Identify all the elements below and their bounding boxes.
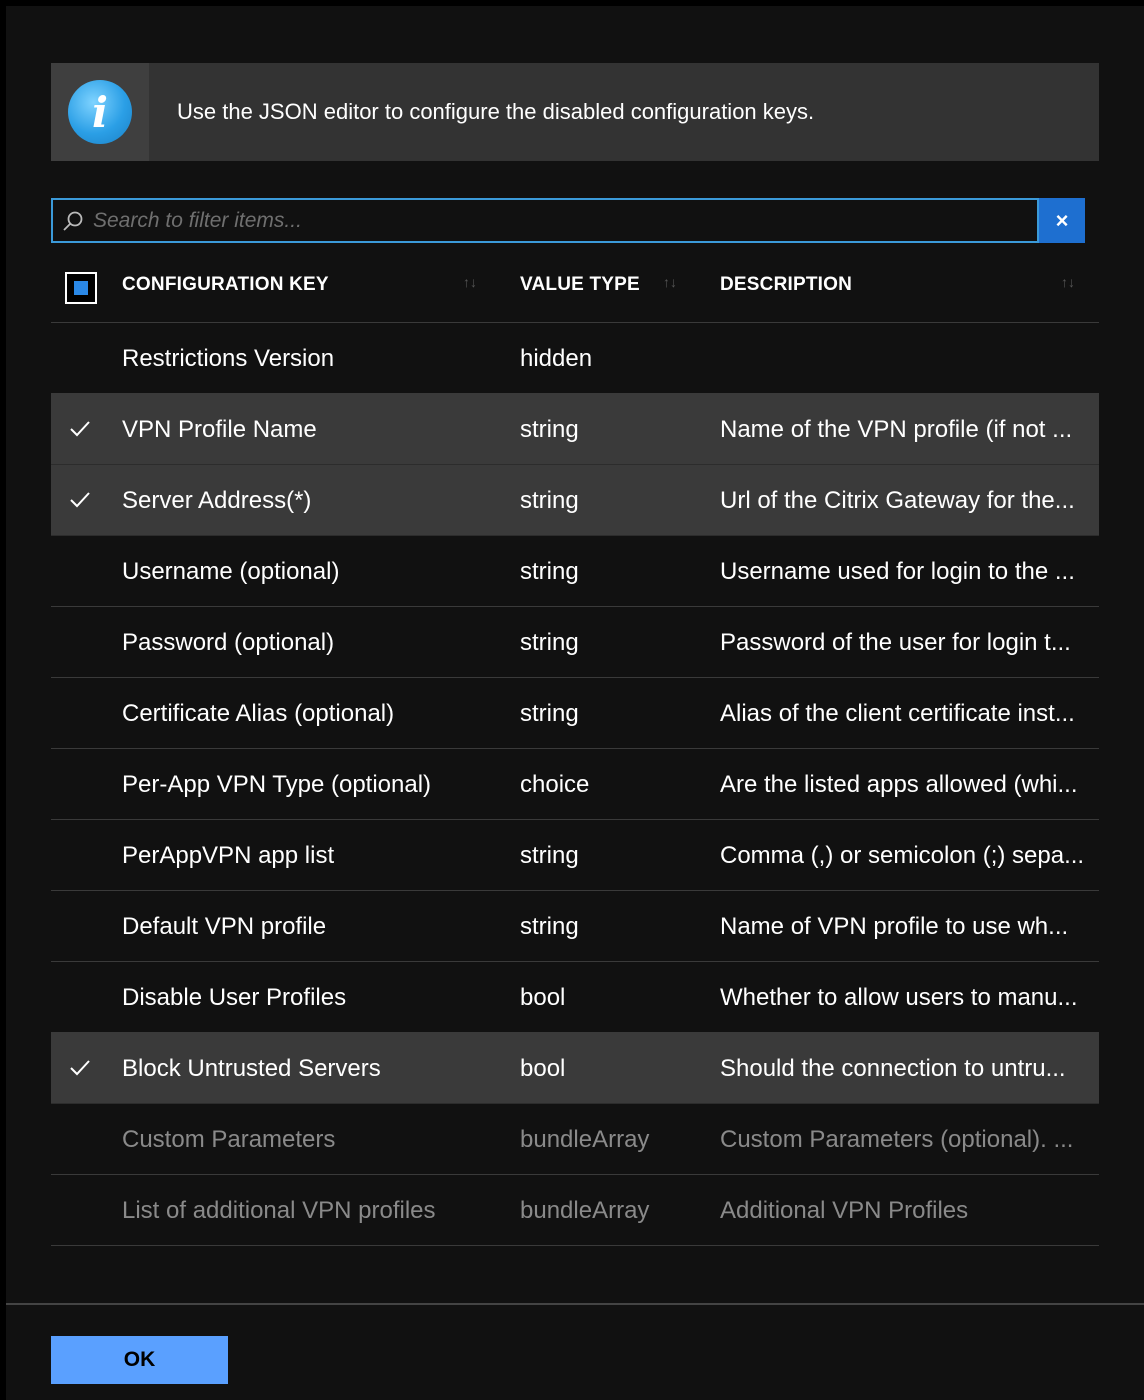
description-cell: Custom Parameters (optional). ... xyxy=(720,1126,1074,1153)
sort-icon[interactable]: ↑↓ xyxy=(463,274,477,290)
row-checkbox[interactable] xyxy=(67,842,93,868)
configuration-key-cell: Default VPN profile xyxy=(122,913,327,940)
info-icon-container: i xyxy=(51,63,149,161)
configuration-key-cell: Password (optional) xyxy=(122,629,335,656)
configuration-key-cell: Custom Parameters xyxy=(122,1126,336,1153)
table-row[interactable]: Disable User Profiles bool Whether to allo… xyxy=(51,962,1099,1033)
configuration-key-cell: Per-App VPN Type (optional) xyxy=(122,771,432,798)
description-cell: Whether to allow users to manu... xyxy=(720,984,1078,1011)
sort-icon[interactable]: ↑↓ xyxy=(663,274,677,290)
row-checkbox[interactable] xyxy=(67,629,93,655)
value-type-cell: string xyxy=(520,487,579,514)
row-checkbox[interactable] xyxy=(67,345,93,371)
configuration-key-cell: Certificate Alias (optional) xyxy=(122,700,395,727)
table-row[interactable]: Password (optional) string Password of the… xyxy=(51,607,1099,678)
search-bar: × xyxy=(51,198,1085,243)
description-cell: Are the listed apps allowed (whi... xyxy=(720,771,1078,798)
checkmark-icon[interactable] xyxy=(67,416,93,442)
row-checkbox[interactable] xyxy=(67,1126,93,1152)
description-cell: Password of the user for login t... xyxy=(720,629,1071,656)
configuration-key-cell: PerAppVPN app list xyxy=(122,842,335,869)
value-type-cell: bool xyxy=(520,1055,566,1082)
row-checkbox[interactable] xyxy=(67,700,93,726)
table-row[interactable]: Username (optional) string Username used f… xyxy=(51,536,1099,607)
row-checkbox[interactable] xyxy=(67,558,93,584)
description-cell: Name of VPN profile to use wh... xyxy=(720,913,1069,940)
description-cell: Alias of the client certificate inst... xyxy=(720,700,1075,727)
table-row[interactable]: Restrictions Version hidden xyxy=(51,323,1099,394)
checkmark-icon[interactable] xyxy=(67,487,93,513)
configuration-key-cell: List of additional VPN profiles xyxy=(122,1197,436,1224)
value-type-cell: string xyxy=(520,558,579,585)
table-row[interactable]: Server Address(*) string Url of the Citrix… xyxy=(51,465,1099,536)
description-cell: Comma (,) or semicolon (;) sepa... xyxy=(720,842,1085,869)
table-row[interactable]: Default VPN profile string Name of VPN pro… xyxy=(51,891,1099,962)
column-header-value-type[interactable]: VALUE TYPE xyxy=(520,274,640,296)
indeterminate-mark xyxy=(74,281,88,295)
table-row[interactable]: List of additional VPN profiles bundleArr… xyxy=(51,1175,1099,1246)
search-input[interactable] xyxy=(93,208,1037,233)
description-cell: Should the connection to untru... xyxy=(720,1055,1066,1082)
table-row[interactable]: VPN Profile Name string Name of the VPN pr… xyxy=(51,394,1099,465)
configuration-key-cell: Disable User Profiles xyxy=(122,984,347,1011)
row-checkbox[interactable] xyxy=(67,984,93,1010)
table-row[interactable]: Custom Parameters bundleArray Custom Param… xyxy=(51,1104,1099,1175)
description-cell: Username used for login to the ... xyxy=(720,558,1075,585)
ok-button[interactable]: OK xyxy=(51,1336,228,1384)
configuration-table: CONFIGURATION KEY ↑↓ VALUE TYPE ↑↓ DESCR… xyxy=(51,252,1099,1246)
configuration-key-cell: Server Address(*) xyxy=(122,487,312,514)
sort-icon[interactable]: ↑↓ xyxy=(1061,274,1075,290)
checkmark-icon[interactable] xyxy=(67,1055,93,1081)
configuration-key-cell: Username (optional) xyxy=(122,558,340,585)
select-all-checkbox[interactable] xyxy=(65,272,97,304)
search-icon xyxy=(53,201,93,241)
table-row[interactable]: Certificate Alias (optional) string Alias … xyxy=(51,678,1099,749)
value-type-cell: string xyxy=(520,629,579,656)
row-checkbox[interactable] xyxy=(67,771,93,797)
column-header-description[interactable]: DESCRIPTION xyxy=(720,274,852,296)
value-type-cell: string xyxy=(520,842,579,869)
value-type-cell: choice xyxy=(520,771,590,798)
value-type-cell: string xyxy=(520,416,579,443)
table-body: Restrictions Version hidden VPN Profile Na… xyxy=(51,323,1099,1246)
column-header-configuration-key[interactable]: CONFIGURATION KEY xyxy=(122,274,329,296)
info-message: Use the JSON editor to configure the dis… xyxy=(177,99,815,124)
value-type-cell: hidden xyxy=(520,345,593,372)
configuration-key-cell: Restrictions Version xyxy=(122,345,335,372)
clear-search-button[interactable]: × xyxy=(1039,198,1085,243)
description-cell: Name of the VPN profile (if not ... xyxy=(720,416,1073,443)
table-row[interactable]: PerAppVPN app list string Comma (,) or sem… xyxy=(51,820,1099,891)
value-type-cell: bundleArray xyxy=(520,1126,650,1153)
value-type-cell: bundleArray xyxy=(520,1197,650,1224)
value-type-cell: string xyxy=(520,913,579,940)
row-checkbox[interactable] xyxy=(67,1197,93,1223)
footer-divider xyxy=(6,1303,1144,1305)
info-icon: i xyxy=(68,80,132,144)
table-header: CONFIGURATION KEY ↑↓ VALUE TYPE ↑↓ DESCR… xyxy=(51,252,1099,323)
row-checkbox[interactable] xyxy=(67,913,93,939)
configuration-key-cell: Block Untrusted Servers xyxy=(122,1055,381,1082)
description-cell: Additional VPN Profiles xyxy=(720,1197,969,1224)
description-cell: Url of the Citrix Gateway for the... xyxy=(720,487,1075,514)
value-type-cell: bool xyxy=(520,984,566,1011)
table-row[interactable]: Block Untrusted Servers bool Should the co… xyxy=(51,1033,1099,1104)
value-type-cell: string xyxy=(520,700,579,727)
info-banner: i Use the JSON editor to configure the d… xyxy=(51,63,1099,161)
search-box[interactable] xyxy=(51,198,1039,243)
configuration-key-cell: VPN Profile Name xyxy=(122,416,317,443)
table-row[interactable]: Per-App VPN Type (optional) choice Are the… xyxy=(51,749,1099,820)
